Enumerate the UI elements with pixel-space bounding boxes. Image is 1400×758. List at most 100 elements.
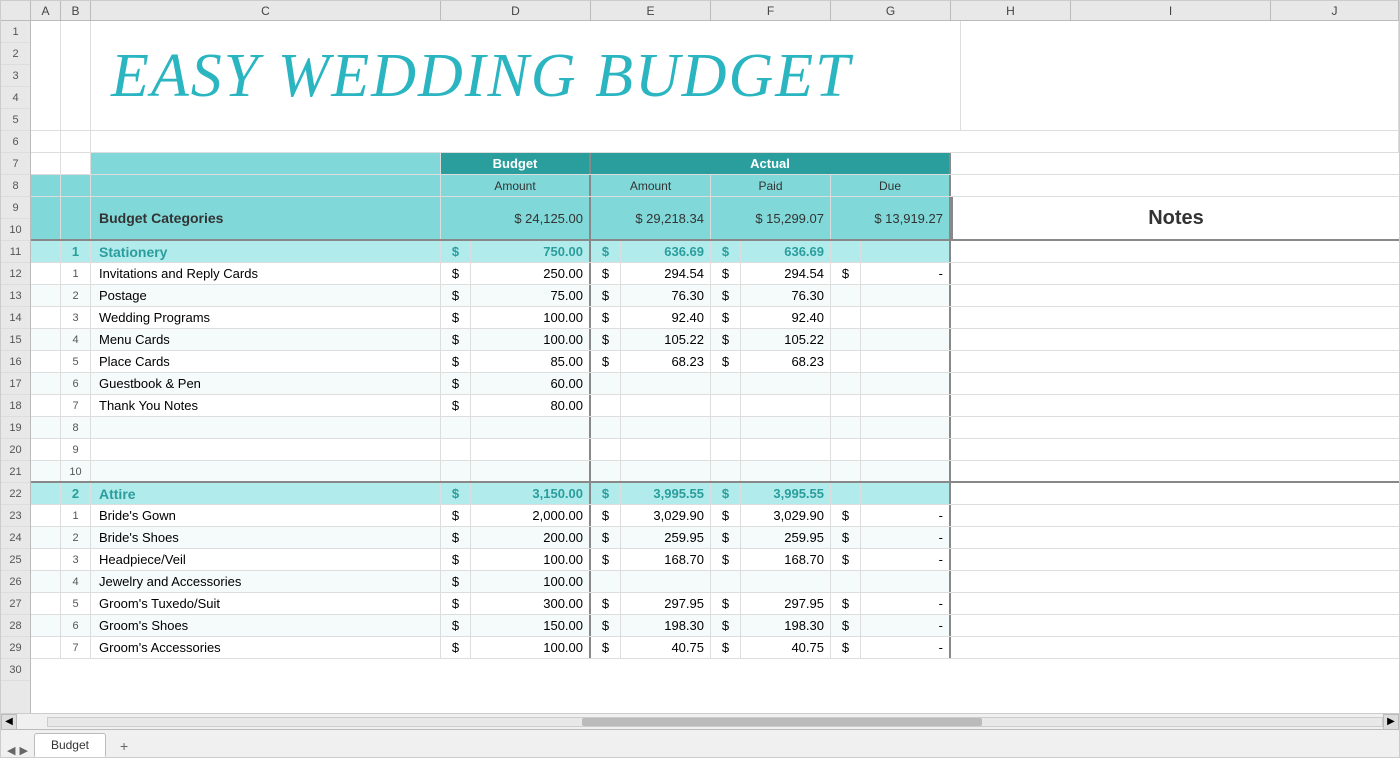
row-30: 7 Groom's Accessories $ 100.00 $ 40.75 $…: [31, 637, 1399, 659]
due-dollar-30: $: [831, 637, 861, 658]
attire-actual-amount: 3,995.55: [621, 483, 711, 504]
due-amount-13: -: [861, 263, 951, 284]
row-num-6: 6: [1, 131, 30, 153]
due-dollar-16: [831, 329, 861, 350]
actual-dollar-25: $: [591, 527, 621, 548]
col-header-b: B: [61, 1, 91, 20]
col-header-j: J: [1271, 1, 1399, 20]
row-num-10: 10: [1, 219, 30, 241]
item-num-22: 10: [61, 461, 91, 481]
attire-paid-amount: 3,995.55: [741, 483, 831, 504]
cell-a-title: [31, 21, 61, 130]
stat-budget-dollar: $: [441, 241, 471, 262]
actual-amount-19: [621, 395, 711, 416]
row-25: 2 Bride's Shoes $ 200.00 $ 259.95 $ 259.…: [31, 527, 1399, 549]
notes-29: [951, 615, 1399, 636]
title-right: [961, 21, 1399, 130]
row-22: 10: [31, 461, 1399, 483]
row-19: 7 Thank You Notes $ 80.00: [31, 395, 1399, 417]
due-dollar-25: $: [831, 527, 861, 548]
attire-budget-amount: 3,150.00: [471, 483, 591, 504]
paid-amount-28: 297.95: [741, 593, 831, 614]
horizontal-scrollbar[interactable]: ◀ ▶: [1, 713, 1399, 729]
item-num-16: 4: [61, 329, 91, 350]
row-num-25: 25: [1, 549, 30, 571]
actual-amount-25: 259.95: [621, 527, 711, 548]
actual-dollar-28: $: [591, 593, 621, 614]
budget-amount-28: 300.00: [471, 593, 591, 614]
scroll-track[interactable]: [47, 717, 1383, 727]
scroll-left-arrow[interactable]: ◀: [1, 714, 17, 730]
scroll-right-arrow[interactable]: ▶: [1383, 714, 1399, 730]
row-13: 1 Invitations and Reply Cards $ 250.00 $…: [31, 263, 1399, 285]
row-23-attire: 2 Attire $ 3,150.00 $ 3,995.55 $ 3,995.5…: [31, 483, 1399, 505]
row-26: 3 Headpiece/Veil $ 100.00 $ 168.70 $ 168…: [31, 549, 1399, 571]
due-amount-19: [861, 395, 951, 416]
cell-b10: [61, 175, 91, 196]
budget-dollar-19: $: [441, 395, 471, 416]
item-name-17: Place Cards: [91, 351, 441, 372]
item-num-29: 6: [61, 615, 91, 636]
budget-amount-24: 2,000.00: [471, 505, 591, 526]
row-8: [31, 131, 1399, 153]
item-num-28: 5: [61, 593, 91, 614]
stat-notes: [951, 241, 1399, 262]
spreadsheet: A B C D E F G H I J 1 2 3 4 5 6: [0, 0, 1400, 758]
actual-amount-header: Amount: [591, 175, 711, 196]
item-num-26: 3: [61, 549, 91, 570]
due-dollar-19: [831, 395, 861, 416]
row-num-15: 15: [1, 329, 30, 351]
item-name-19: Thank You Notes: [91, 395, 441, 416]
col-header-i: I: [1071, 1, 1271, 20]
budget-dollar-25: $: [441, 527, 471, 548]
actual-header: Actual: [591, 153, 951, 174]
item-num-17: 5: [61, 351, 91, 372]
attire-notes: [951, 483, 1399, 504]
budget-amount-30: 100.00: [471, 637, 591, 658]
item-name-14: Postage: [91, 285, 441, 306]
item-num-19: 7: [61, 395, 91, 416]
cell-b9: [61, 153, 91, 174]
due-amount-28: -: [861, 593, 951, 614]
cell-a11: [31, 197, 61, 239]
row-10-subheaders: Amount Amount Paid Due: [31, 175, 1399, 197]
notes-header-cell: Notes: [951, 197, 1399, 239]
item-num-24: 1: [61, 505, 91, 526]
attire-actual-dollar: $: [591, 483, 621, 504]
paid-amount-24: 3,029.90: [741, 505, 831, 526]
budget-tab[interactable]: Budget: [34, 733, 106, 757]
due-dollar-28: $: [831, 593, 861, 614]
due-amount-17: [861, 351, 951, 372]
budget-dollar-26: $: [441, 549, 471, 570]
scroll-thumb[interactable]: [582, 718, 982, 726]
stat-due-amount: [861, 241, 951, 262]
due-dollar-24: $: [831, 505, 861, 526]
add-sheet-button[interactable]: +: [110, 735, 138, 757]
due-amount-18: [861, 373, 951, 394]
due-amount-25: -: [861, 527, 951, 548]
paid-dollar-14: $: [711, 285, 741, 306]
attire-budget-dollar: $: [441, 483, 471, 504]
notes-30: [951, 637, 1399, 658]
col-header-d: D: [441, 1, 591, 20]
cell-b11: [61, 197, 91, 239]
paid-amount-25: 259.95: [741, 527, 831, 548]
notes-28: [951, 593, 1399, 614]
actual-dollar-17: $: [591, 351, 621, 372]
notes-13: [951, 263, 1399, 284]
budget-header: Budget: [441, 153, 591, 174]
paid-dollar-30: $: [711, 637, 741, 658]
paid-dollar-19: [711, 395, 741, 416]
tab-scroll-right[interactable]: ▶: [17, 744, 29, 757]
notes-27: [951, 571, 1399, 592]
attire-due-dollar: [831, 483, 861, 504]
item-name-18: Guestbook & Pen: [91, 373, 441, 394]
paid-amount-30: 40.75: [741, 637, 831, 658]
budget-amount-15: 100.00: [471, 307, 591, 328]
column-headers: A B C D E F G H I J: [1, 1, 1399, 21]
due-dollar-26: $: [831, 549, 861, 570]
tab-scroll-left[interactable]: ◀: [5, 744, 17, 757]
attire-paid-dollar: $: [711, 483, 741, 504]
tab-nav-arrows[interactable]: ◀ ▶: [5, 744, 30, 757]
paid-amount-26: 168.70: [741, 549, 831, 570]
